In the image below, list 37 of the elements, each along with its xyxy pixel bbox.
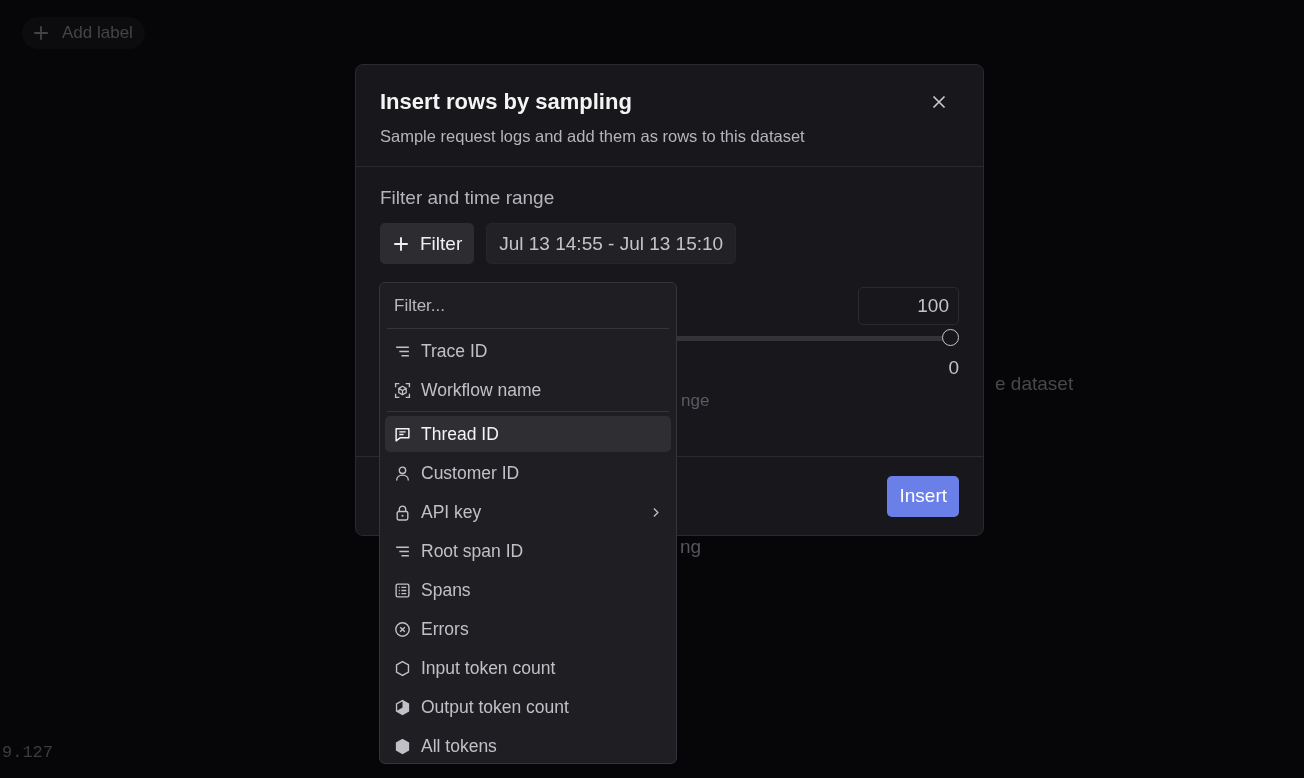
menu-item[interactable]: Thread ID xyxy=(385,416,671,452)
close-icon[interactable] xyxy=(931,94,947,110)
error-icon xyxy=(394,620,411,638)
hint-text: nge xyxy=(681,391,710,411)
dialog-subtitle: Sample request logs and add them as rows to this dataset xyxy=(380,127,806,146)
person-icon xyxy=(394,464,411,482)
menu-item[interactable]: Errors xyxy=(385,611,671,647)
plus-icon xyxy=(32,24,50,42)
menu-item[interactable]: Trace ID xyxy=(385,333,671,369)
background-text: e dataset xyxy=(995,373,1074,395)
chat-icon xyxy=(394,425,411,443)
menu-item[interactable]: Customer ID xyxy=(385,455,671,491)
count-reading: 0 xyxy=(948,357,959,379)
background-text: ng xyxy=(680,536,702,558)
menu-item[interactable]: Root span ID xyxy=(385,533,671,569)
menu-item[interactable]: Input token count xyxy=(385,650,671,686)
hexagon-icon xyxy=(394,737,411,755)
menu-item[interactable]: All tokens xyxy=(385,728,671,763)
hexagon-icon xyxy=(394,698,411,716)
section-label: Filter and time range xyxy=(380,187,556,209)
filter-search-field[interactable]: Filter... xyxy=(385,283,671,328)
menu-item[interactable]: Spans xyxy=(385,572,671,608)
count-field[interactable]: 100 xyxy=(858,287,959,325)
insert-button[interactable]: Insert xyxy=(887,475,959,517)
menu-item[interactable]: Workflow name xyxy=(385,372,671,408)
lock-icon xyxy=(394,503,411,521)
hexagon-icon xyxy=(394,659,411,677)
menu-item[interactable]: Output token count xyxy=(385,689,671,725)
filter-button[interactable]: Filter xyxy=(380,223,475,264)
dialog-title: Insert rows by sampling xyxy=(380,89,632,115)
menu-item[interactable]: API key xyxy=(385,494,671,530)
time-range-button[interactable]: Jul 13 14:55 - Jul 13 15:10 xyxy=(486,223,737,264)
list-icon xyxy=(394,581,411,599)
cube-icon xyxy=(394,381,411,399)
version-text: 9.127 xyxy=(2,743,53,762)
slider-thumb[interactable] xyxy=(942,329,959,346)
plus-icon xyxy=(392,234,410,253)
